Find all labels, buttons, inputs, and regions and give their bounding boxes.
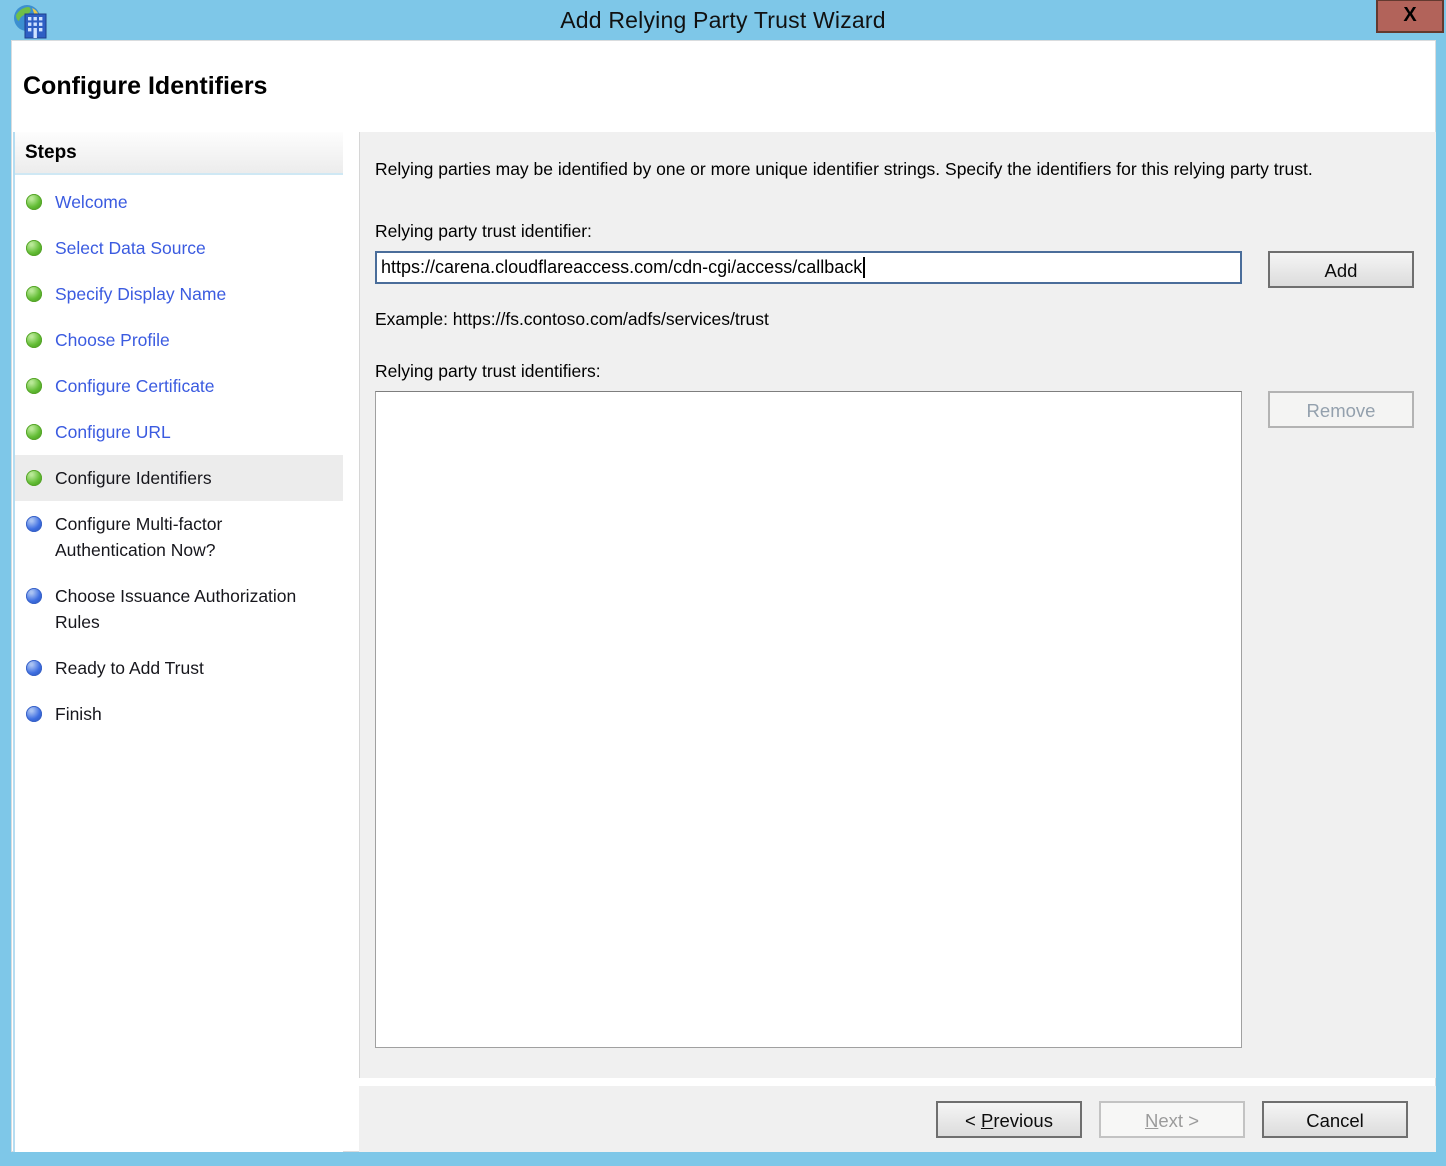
remove-button[interactable]: Remove bbox=[1268, 391, 1414, 428]
identifier-field-label: Relying party trust identifier: bbox=[375, 221, 592, 241]
step-status-dot bbox=[26, 660, 42, 676]
step-label: Select Data Source bbox=[55, 238, 206, 258]
next-button[interactable]: Next > bbox=[1099, 1100, 1245, 1138]
step-status-dot bbox=[26, 706, 42, 722]
step-label: Configure URL bbox=[55, 422, 171, 442]
text-caret bbox=[863, 257, 866, 278]
steps-heading: Steps bbox=[15, 132, 343, 175]
title-bar: Add Relying Party Trust Wizard X bbox=[0, 0, 1446, 40]
window-title: Add Relying Party Trust Wizard bbox=[560, 6, 886, 33]
sidebar-item-configure-identifiers: Configure Identifiers bbox=[15, 455, 343, 501]
page-header: Configure Identifiers bbox=[11, 40, 1436, 132]
step-label: Configure Identifiers bbox=[55, 468, 212, 488]
step-status-dot bbox=[26, 240, 42, 256]
step-status-dot bbox=[26, 378, 42, 394]
step-status-dot bbox=[26, 194, 42, 210]
example-text: Example: https://fs.contoso.com/adfs/ser… bbox=[375, 309, 769, 329]
step-label: Choose Issuance Authorization Rules bbox=[55, 586, 297, 632]
description-text: Relying parties may be identified by one… bbox=[375, 159, 1313, 179]
adfs-wizard-icon bbox=[14, 5, 47, 39]
sidebar-item-ready-to-add-trust: Ready to Add Trust bbox=[15, 645, 343, 691]
step-status-dot bbox=[26, 470, 42, 486]
footer-button-bar: < Previous Next > Cancel bbox=[359, 1086, 1436, 1152]
sidebar-item-finish: Finish bbox=[15, 691, 343, 737]
close-button[interactable]: X bbox=[1376, 0, 1444, 33]
sidebar-item-choose-profile[interactable]: Choose Profile bbox=[15, 317, 343, 363]
identifiers-listbox[interactable] bbox=[375, 391, 1242, 1048]
step-status-dot bbox=[26, 588, 42, 604]
identifiers-list-label: Relying party trust identifiers: bbox=[375, 361, 601, 381]
sidebar-item-welcome[interactable]: Welcome bbox=[15, 179, 343, 225]
step-label: Configure Multi-factor Authentication No… bbox=[55, 514, 223, 560]
step-status-dot bbox=[26, 424, 42, 440]
previous-button[interactable]: < Previous bbox=[936, 1100, 1082, 1138]
sidebar-item-configure-multi-factor-authentication-now: Configure Multi-factor Authentication No… bbox=[15, 501, 343, 573]
step-status-dot bbox=[26, 332, 42, 348]
identifier-input[interactable]: https://carena.cloudflareaccess.com/cdn-… bbox=[375, 251, 1242, 284]
step-label: Choose Profile bbox=[55, 330, 170, 350]
sidebar-item-choose-issuance-authorization-rules: Choose Issuance Authorization Rules bbox=[15, 573, 343, 645]
page-title: Configure Identifiers bbox=[23, 71, 268, 100]
step-status-dot bbox=[26, 516, 42, 532]
sidebar-item-configure-url[interactable]: Configure URL bbox=[15, 409, 343, 455]
add-button[interactable]: Add bbox=[1268, 251, 1414, 288]
steps-sidebar: Steps Welcome Select Data Source Specify D… bbox=[13, 132, 343, 1152]
wizard-body: Configure Identifiers Steps Welcome Selec… bbox=[11, 40, 1436, 1152]
steps-list: Welcome Select Data Source Specify Display… bbox=[15, 179, 343, 737]
wizard-window: Add Relying Party Trust Wizard X Configu… bbox=[0, 0, 1446, 1166]
step-label: Specify Display Name bbox=[55, 284, 227, 304]
step-label: Finish bbox=[55, 704, 102, 724]
sidebar-item-specify-display-name[interactable]: Specify Display Name bbox=[15, 271, 343, 317]
step-label: Welcome bbox=[55, 192, 128, 212]
sidebar-item-configure-certificate[interactable]: Configure Certificate bbox=[15, 363, 343, 409]
step-label: Configure Certificate bbox=[55, 376, 215, 396]
sidebar-item-select-data-source[interactable]: Select Data Source bbox=[15, 225, 343, 271]
identifier-input-value: https://carena.cloudflareaccess.com/cdn-… bbox=[381, 257, 863, 277]
step-label: Ready to Add Trust bbox=[55, 658, 204, 678]
cancel-button[interactable]: Cancel bbox=[1262, 1100, 1408, 1138]
main-panel: Relying parties may be identified by one… bbox=[359, 132, 1436, 1078]
step-status-dot bbox=[26, 286, 42, 302]
